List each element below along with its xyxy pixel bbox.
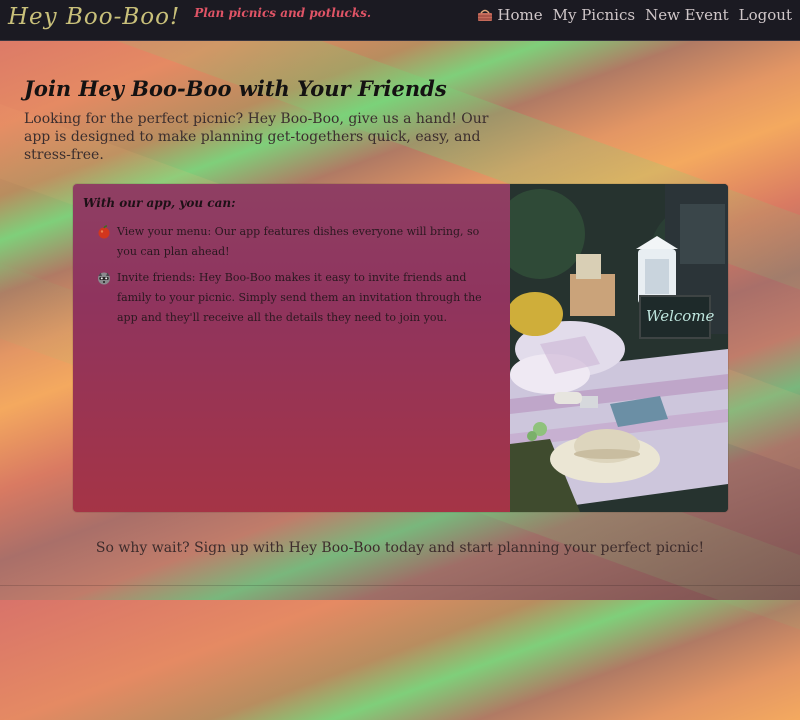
call-to-action: So why wait? Sign up with Hey Boo-Boo to… bbox=[95, 540, 705, 556]
brand-tagline: Plan picnics and potlucks. bbox=[194, 6, 372, 20]
picnic-photo: Welcome bbox=[510, 184, 728, 512]
nav-home-link[interactable]: Home bbox=[477, 6, 543, 24]
top-navbar: Hey Boo-Boo! Plan picnics and potlucks. … bbox=[0, 0, 800, 41]
picnic-basket-icon bbox=[478, 9, 493, 21]
nav-my-picnics-link[interactable]: My Picnics bbox=[553, 6, 635, 24]
picnic-illustration: Welcome bbox=[510, 184, 728, 512]
page-title: Join Hey Boo-Boo with Your Friends bbox=[24, 76, 447, 101]
raccoon-icon bbox=[98, 272, 110, 285]
hero-description: Looking for the perfect picnic? Hey Boo-… bbox=[24, 111, 489, 163]
feature-text: View your menu: Our app features dishes … bbox=[117, 225, 480, 258]
feature-text: Invite friends: Hey Boo-Boo makes it eas… bbox=[117, 271, 482, 324]
nav-links: Home My Picnics New Event Logout bbox=[477, 6, 792, 24]
brand-logo[interactable]: Hey Boo-Boo! bbox=[8, 4, 180, 30]
features-heading: With our app, you can: bbox=[83, 196, 236, 210]
footer-divider bbox=[0, 585, 800, 586]
nav-logout-link[interactable]: Logout bbox=[739, 6, 792, 24]
feature-item: View your menu: Our app features dishes … bbox=[97, 222, 500, 262]
feature-item: Invite friends: Hey Boo-Boo makes it eas… bbox=[97, 268, 500, 328]
nav-new-event-link[interactable]: New Event bbox=[645, 6, 729, 24]
nav-home-label: Home bbox=[497, 6, 543, 24]
apple-icon bbox=[98, 225, 110, 239]
features-panel: With our app, you can: View your menu: O… bbox=[73, 184, 510, 512]
features-card: With our app, you can: View your menu: O… bbox=[73, 184, 728, 512]
welcome-sign-text: Welcome bbox=[646, 307, 715, 325]
